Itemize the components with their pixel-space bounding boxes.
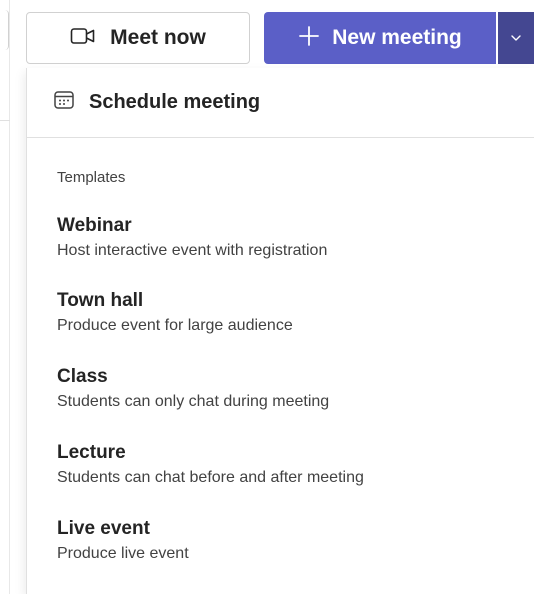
- template-item-town-hall[interactable]: Town hall Produce event for large audien…: [57, 290, 517, 336]
- template-description: Students can chat before and after meeti…: [57, 469, 364, 486]
- background-button-edge: [0, 10, 9, 50]
- new-meeting-dropdown-button[interactable]: [498, 12, 534, 64]
- new-meeting-split-button: New meeting: [264, 12, 534, 64]
- template-item-live-event[interactable]: Live event Produce live event: [57, 518, 517, 564]
- background-panel-edge: [0, 0, 10, 594]
- schedule-meeting-item[interactable]: Schedule meeting: [27, 68, 534, 138]
- meet-now-label: Meet now: [110, 26, 206, 49]
- template-name: Live event: [57, 518, 150, 539]
- video-camera-icon: [70, 26, 96, 51]
- new-meeting-menu: Schedule meeting Templates Webinar Host …: [26, 68, 534, 594]
- template-item-class[interactable]: Class Students can only chat during meet…: [57, 366, 517, 412]
- template-description: Host interactive event with registration: [57, 242, 328, 259]
- plus-icon: [298, 25, 320, 52]
- template-item-webinar[interactable]: Webinar Host interactive event with regi…: [57, 215, 517, 261]
- template-name: Lecture: [57, 442, 126, 463]
- template-description: Produce event for large audience: [57, 317, 293, 334]
- new-meeting-label: New meeting: [332, 26, 462, 49]
- template-name: Town hall: [57, 290, 144, 311]
- background-divider: [0, 120, 10, 121]
- chevron-down-icon: [510, 29, 522, 47]
- template-name: Webinar: [57, 215, 132, 236]
- calendar-icon: [53, 89, 75, 116]
- new-meeting-button[interactable]: New meeting: [264, 12, 496, 64]
- template-description: Students can only chat during meeting: [57, 393, 330, 410]
- template-item-lecture[interactable]: Lecture Students can chat before and aft…: [57, 442, 517, 488]
- template-name: Class: [57, 366, 108, 387]
- template-description: Produce live event: [57, 545, 189, 562]
- meetings-view: Meet now New meeting Schedule meeting Te…: [0, 0, 534, 594]
- meet-now-button[interactable]: Meet now: [26, 12, 250, 64]
- templates-header: Templates: [57, 169, 126, 186]
- schedule-meeting-label: Schedule meeting: [89, 91, 261, 113]
